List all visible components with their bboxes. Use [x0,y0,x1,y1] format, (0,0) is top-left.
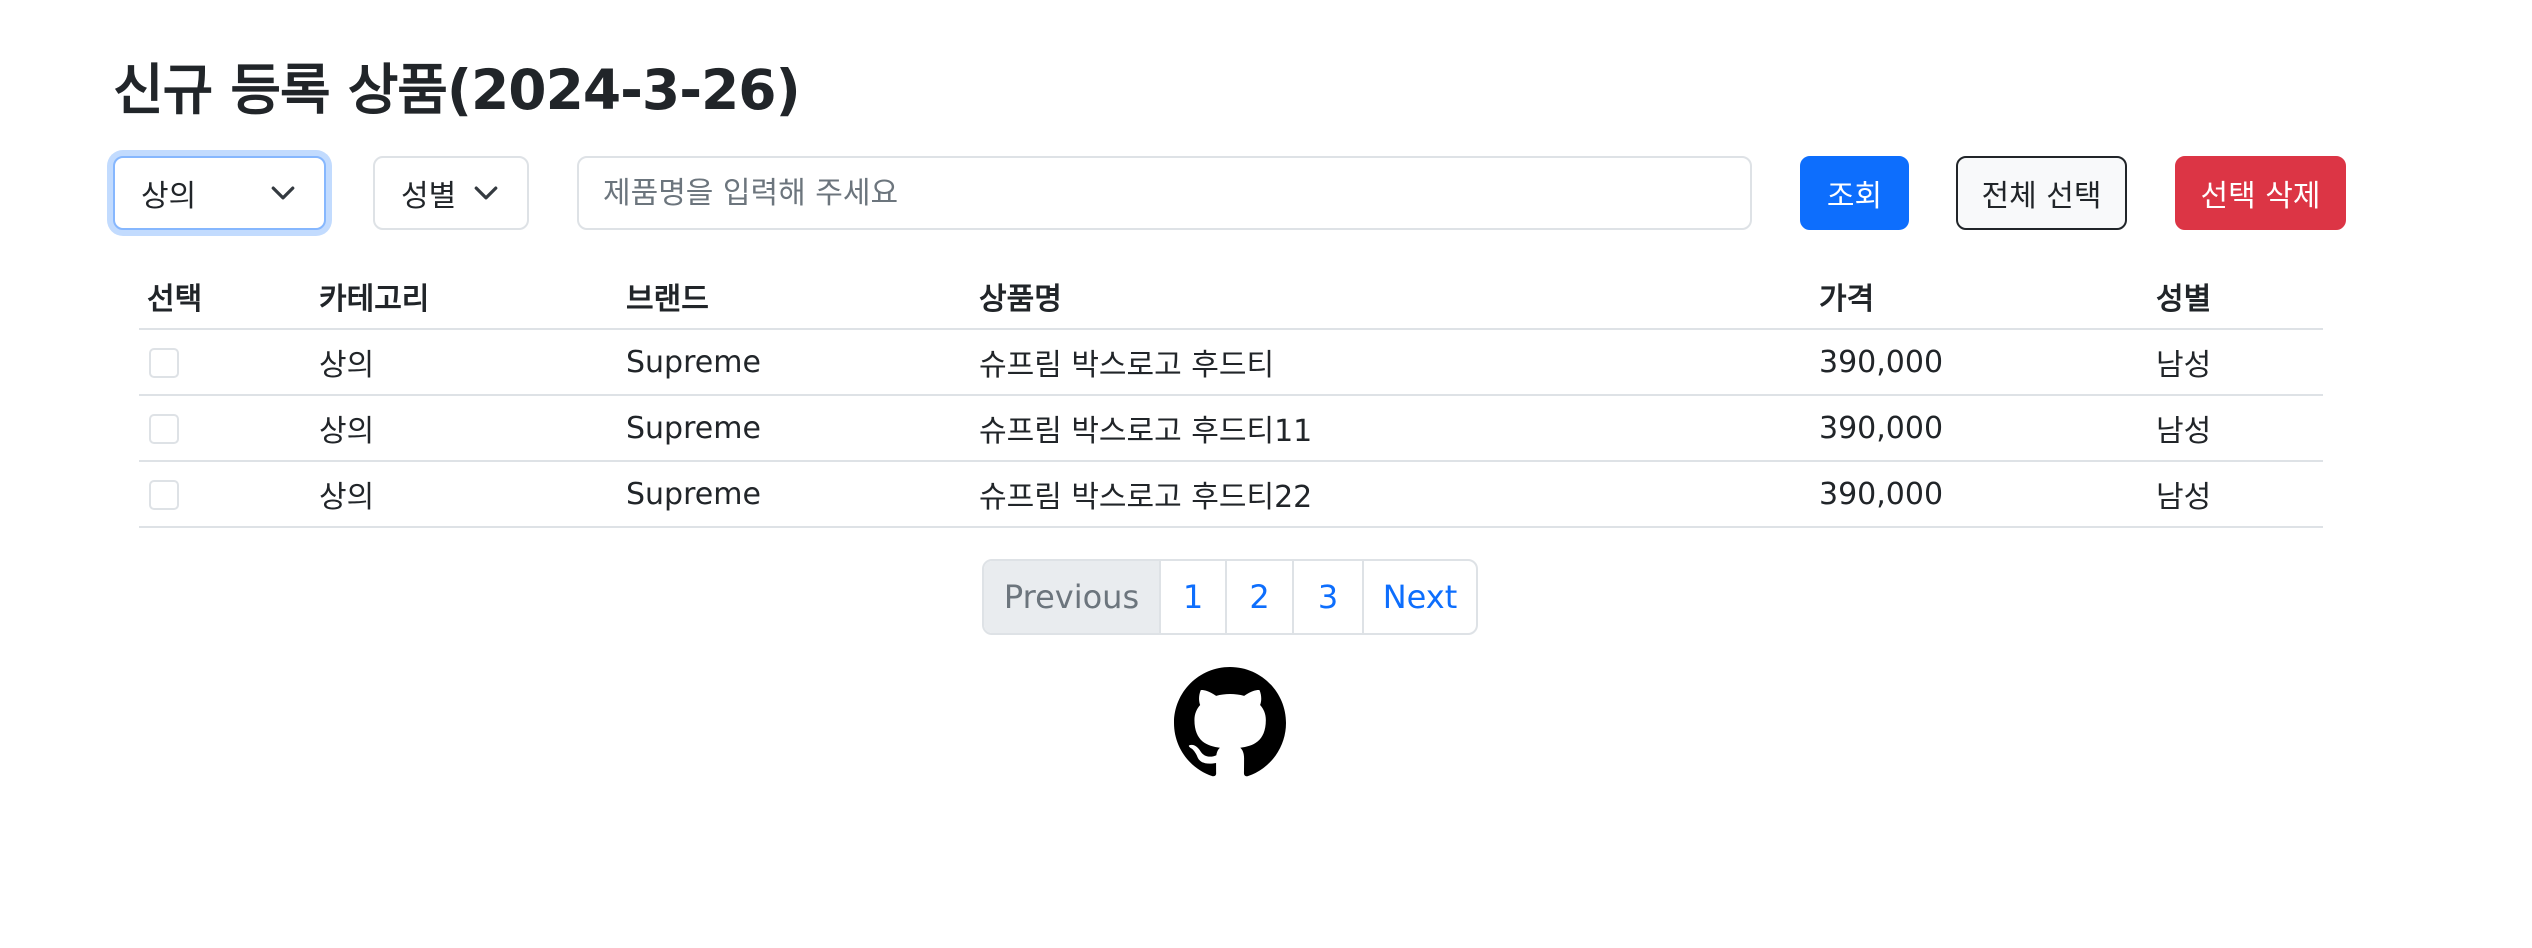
cell-gender: 남성 [2148,461,2323,528]
row-checkbox[interactable] [149,480,179,510]
cell-price: 390,000 [1811,461,2148,528]
search-input[interactable] [577,156,1752,230]
cell-product-name: 슈프림 박스로고 후드티 [971,329,1811,396]
pagination-page-3[interactable]: 3 [1292,561,1362,633]
table-row: 상의 Supreme 슈프림 박스로고 후드티11 390,000 남성 [139,395,2323,462]
cell-brand: Supreme [618,329,971,396]
header-select: 선택 [139,264,311,330]
cell-gender: 남성 [2148,395,2323,462]
cell-price: 390,000 [1811,395,2148,462]
pagination-page-1[interactable]: 1 [1159,561,1225,633]
table-row: 상의 Supreme 슈프림 박스로고 후드티 390,000 남성 [139,329,2323,396]
pagination-next[interactable]: Next [1362,561,1476,633]
select-all-button[interactable]: 전체 선택 [1956,156,2127,230]
page-title: 신규 등록 상품(2024-3-26) [113,58,801,122]
gender-select-value: 성별 [401,179,457,214]
product-table: 선택 카테고리 브랜드 상품명 가격 성별 상의 Supreme 슈프림 박스로… [139,264,2323,528]
search-button[interactable]: 조회 [1800,156,1909,230]
gender-select[interactable]: 성별 [373,156,529,230]
github-icon[interactable] [1174,667,1286,779]
row-checkbox[interactable] [149,414,179,444]
cell-brand: Supreme [618,461,971,528]
cell-product-name: 슈프림 박스로고 후드티22 [971,461,1811,528]
cell-category: 상의 [311,461,618,528]
category-select[interactable]: 상의 [113,156,326,230]
cell-price: 390,000 [1811,329,2148,396]
cell-category: 상의 [311,329,618,396]
category-select-value: 상의 [141,179,197,214]
header-gender: 성별 [2148,264,2323,330]
chevron-down-icon [474,186,498,200]
cell-category: 상의 [311,395,618,462]
header-category: 카테고리 [311,264,618,330]
cell-product-name: 슈프림 박스로고 후드티11 [971,395,1811,462]
header-price: 가격 [1811,264,2148,330]
chevron-down-icon [271,186,295,200]
cell-gender: 남성 [2148,329,2323,396]
row-checkbox[interactable] [149,348,179,378]
header-brand: 브랜드 [618,264,971,330]
pagination-page-2[interactable]: 2 [1225,561,1292,633]
table-header-row: 선택 카테고리 브랜드 상품명 가격 성별 [139,264,2323,330]
table-row: 상의 Supreme 슈프림 박스로고 후드티22 390,000 남성 [139,461,2323,528]
header-product-name: 상품명 [971,264,1811,330]
cell-brand: Supreme [618,395,971,462]
pagination-previous[interactable]: Previous [984,561,1159,633]
delete-selected-button[interactable]: 선택 삭제 [2175,156,2346,230]
pagination: Previous 1 2 3 Next [982,559,1478,635]
